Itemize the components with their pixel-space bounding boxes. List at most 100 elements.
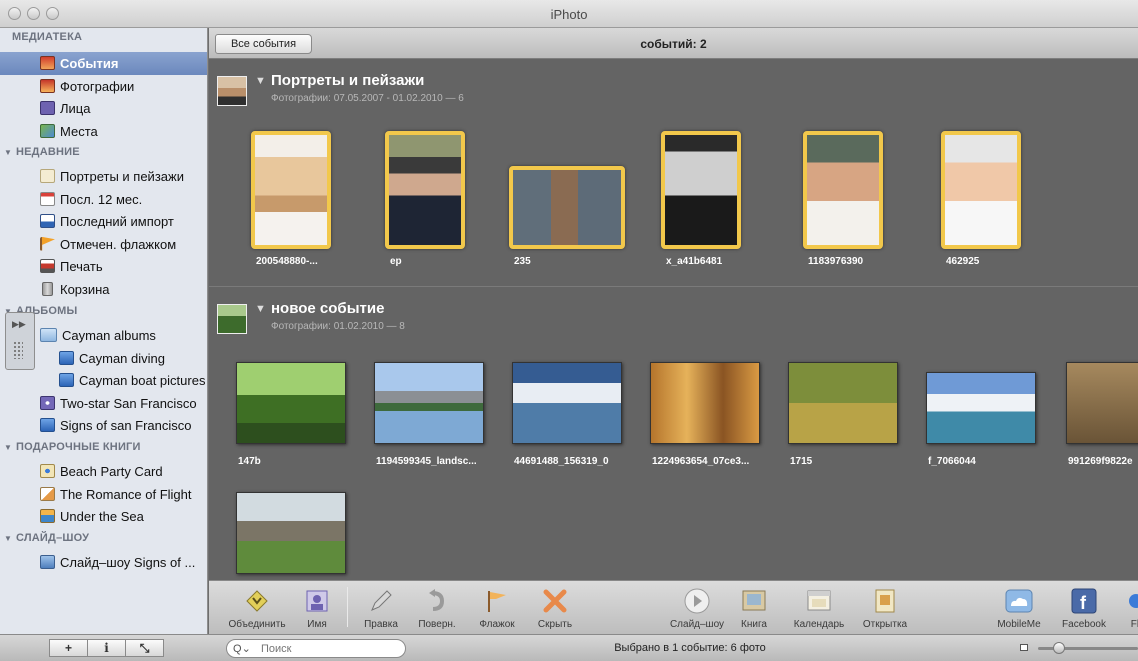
photo-image[interactable] <box>788 362 898 444</box>
search-menu-label: Q <box>233 643 242 655</box>
small-thumbnail-icon <box>1020 644 1028 651</box>
merge-button[interactable]: Объединить <box>227 583 287 633</box>
book-icon <box>40 486 55 501</box>
svg-text:f: f <box>1080 593 1087 613</box>
merge-icon <box>243 587 271 615</box>
flickr-label: Fli <box>1130 619 1138 630</box>
mobileme-button[interactable]: MobileMe <box>994 583 1044 633</box>
photo-image[interactable] <box>1066 362 1138 444</box>
disclosure-triangle-icon[interactable]: ▼ <box>255 303 266 315</box>
photo-image[interactable] <box>650 362 760 444</box>
hide-button[interactable]: Скрыть <box>533 583 577 633</box>
photo-image[interactable] <box>385 131 465 249</box>
facebook-button[interactable]: f Facebook <box>1059 583 1109 633</box>
bottom-toolbar: Объединить Имя Правка Поверн. Флажок Скр… <box>209 580 1138 634</box>
event-icon <box>40 169 55 183</box>
sidebar-item-label: Последний импорт <box>60 214 174 229</box>
photo-image[interactable] <box>512 362 622 444</box>
search-icon[interactable]: Q⌄ <box>233 642 251 655</box>
sidebar-item-places[interactable]: Места <box>0 120 207 143</box>
photo-caption: 147b <box>238 456 261 467</box>
sidebar-item-photos[interactable]: Фотографии <box>0 75 207 98</box>
slideshow-button[interactable]: Слайд–шоу <box>667 583 727 633</box>
photo-image[interactable] <box>803 131 883 249</box>
sidebar-item-two-star-sf[interactable]: Two-star San Francisco <box>0 392 207 415</box>
sidebar-item-last-import[interactable]: Последний импорт <box>0 210 207 233</box>
merge-label: Объединить <box>228 619 286 630</box>
slider-knob[interactable] <box>1053 642 1065 654</box>
book-button[interactable]: Книга <box>734 583 774 633</box>
smart-album-icon <box>40 395 55 410</box>
sidebar-item-cayman-boat-pictures[interactable]: Cayman boat pictures <box>0 369 207 392</box>
sidebar-item-trash[interactable]: Корзина <box>0 278 207 301</box>
section-slideshows-label: СЛАЙД–ШОУ <box>16 532 90 544</box>
events-browser[interactable]: ▼ Портреты и пейзажи Фотографии: 07.05.2… <box>209 59 1138 580</box>
sidebar-item-faces[interactable]: Лица <box>0 97 207 120</box>
sidebar-item-slideshow-signs[interactable]: Слайд–шоу Signs of ... <box>0 551 207 574</box>
flickr-button[interactable]: Fli <box>1121 583 1138 633</box>
search-field[interactable]: Q⌄ <box>226 639 406 658</box>
photo-image[interactable] <box>661 131 741 249</box>
event-title[interactable]: новое событие <box>271 300 384 317</box>
event-header[interactable]: ▼ новое событие Фотографии: 01.02.2010 —… <box>209 300 1138 344</box>
event-title[interactable]: Портреты и пейзажи <box>271 72 424 89</box>
sidebar-item-last-12-months[interactable]: Посл. 12 мес. <box>0 188 207 211</box>
card-button[interactable]: Открытка <box>860 583 910 633</box>
photo-caption: 1715 <box>790 456 813 467</box>
sidebar-collapse-handle[interactable]: ▶▶ <box>5 312 35 370</box>
photo-image[interactable] <box>941 131 1021 249</box>
photo-image[interactable] <box>509 166 625 249</box>
disclosure-triangle-icon[interactable]: ▼ <box>255 75 266 87</box>
events-header-bar: Все события событий: 2 <box>209 28 1138 59</box>
photo-caption: 1194599345_landsc... <box>376 456 477 467</box>
disclosure-triangle-icon: ▼ <box>4 443 13 452</box>
event-subtitle: Фотографии: 01.02.2010 — 8 <box>271 321 405 332</box>
photo-image[interactable] <box>374 362 484 444</box>
event-divider <box>209 286 1138 287</box>
photos-icon <box>40 78 55 93</box>
photo-image[interactable] <box>236 362 346 444</box>
calendar-label: Календарь <box>793 619 845 630</box>
sidebar-item-romance-of-flight[interactable]: The Romance of Flight <box>0 483 207 506</box>
flag-button[interactable]: Флажок <box>474 583 520 633</box>
calendar-button[interactable]: Календарь <box>789 583 849 633</box>
sidebar-item-portraits-landscapes[interactable]: Портреты и пейзажи <box>0 165 207 188</box>
facebook-label: Facebook <box>1062 619 1106 630</box>
play-icon <box>683 587 711 615</box>
add-button[interactable]: + <box>49 639 88 657</box>
sidebar-item-beach-party-card[interactable]: Beach Party Card <box>0 460 207 483</box>
book-label: Книга <box>741 619 767 630</box>
photo-image[interactable] <box>236 492 346 574</box>
sidebar-item-signs-of-sf[interactable]: Signs of san Francisco <box>0 414 207 437</box>
trash-icon <box>42 281 53 296</box>
events-icon <box>40 56 55 70</box>
sidebar-item-label: Лица <box>60 101 91 116</box>
events-count: событий: 2 <box>640 37 707 51</box>
edit-button[interactable]: Правка <box>359 583 403 633</box>
album-icon <box>59 373 74 387</box>
sidebar-item-events[interactable]: События <box>0 52 207 75</box>
photo-image[interactable] <box>251 131 331 249</box>
album-icon <box>59 350 74 365</box>
rotate-button[interactable]: Поверн. <box>412 583 462 633</box>
sidebar-item-label: Посл. 12 мес. <box>60 191 143 207</box>
name-button[interactable]: Имя <box>300 583 334 633</box>
titlebar: iPhoto <box>0 0 1138 28</box>
calendar-icon <box>40 191 55 206</box>
photo-caption: 991269f9822e <box>1068 456 1133 467</box>
photo-image[interactable] <box>926 372 1036 444</box>
event-key-photo <box>217 76 247 106</box>
fullscreen-button[interactable]: ⤡ <box>125 639 164 657</box>
sidebar-item-under-the-sea[interactable]: Under the Sea <box>0 505 207 528</box>
event-header[interactable]: ▼ Портреты и пейзажи Фотографии: 07.05.2… <box>209 72 1138 116</box>
search-input[interactable] <box>261 642 399 656</box>
info-button[interactable]: i <box>87 639 126 657</box>
photo-caption: 44691488_156319_0 <box>514 456 609 467</box>
sidebar-item-label: Печать <box>60 259 103 274</box>
section-library[interactable]: МЕДИАТЕКА <box>12 31 82 53</box>
selection-status: Выбрано в 1 событие: 6 фото <box>614 642 766 654</box>
photo-caption: 1224963654_07ce3... <box>652 456 750 467</box>
sidebar-item-print[interactable]: Печать <box>0 255 207 278</box>
sidebar-item-label: Cayman boat pictures <box>79 373 206 388</box>
sidebar-item-flagged[interactable]: Отмечен. флажком <box>0 233 207 256</box>
